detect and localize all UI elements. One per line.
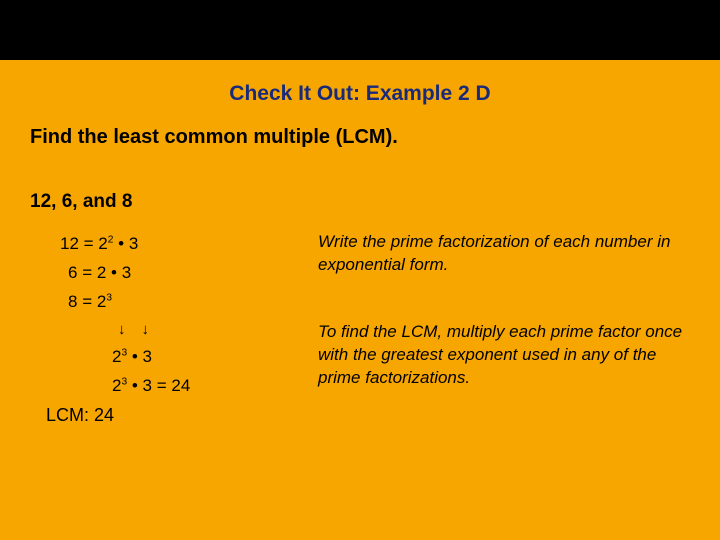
explanation-1: Write the prime factorization of each nu…: [318, 231, 690, 277]
answer: LCM: 24: [46, 405, 270, 426]
eq-num: 8: [68, 292, 77, 311]
eq-tail: • 3: [127, 347, 152, 366]
slide-title: Check It Out: Example 2 D: [30, 82, 690, 106]
prompt: Find the least common multiple (LCM).: [30, 126, 690, 149]
eq-num: 12: [60, 234, 79, 253]
slide: Check It Out: Example 2 D Find the least…: [0, 60, 720, 540]
eq-tail: • 3: [113, 234, 138, 253]
explanation-column: Write the prime factorization of each nu…: [318, 225, 690, 426]
eq-6: 6 = 2 • 3: [68, 263, 270, 283]
eq-base: 2: [98, 234, 107, 253]
combine-line-1: 23 • 3: [112, 347, 270, 367]
eq-exp: 3: [106, 292, 112, 303]
eq-num: 6: [68, 263, 77, 282]
eq-12: 12 = 22 • 3: [60, 234, 270, 254]
arrow-down-icon: ↓: [142, 321, 166, 338]
arrow-down-icon: ↓: [118, 321, 142, 338]
arrows: ↓↓: [118, 321, 270, 338]
work-area: 12 = 22 • 3 6 = 2 • 3 8 = 23 ↓↓ 23 • 3 2…: [30, 225, 690, 426]
eq-tail: • 3: [106, 263, 131, 282]
eq-base: 2: [97, 263, 106, 282]
eq-8: 8 = 23: [68, 292, 270, 312]
factorization-column: 12 = 22 • 3 6 = 2 • 3 8 = 23 ↓↓ 23 • 3 2…: [30, 225, 270, 426]
combine-line-2: 23 • 3 = 24: [112, 376, 270, 396]
eq-tail: • 3 = 24: [127, 376, 190, 395]
explanation-2: To find the LCM, multiply each prime fac…: [318, 321, 690, 390]
eq-base: 2: [97, 292, 106, 311]
numbers: 12, 6, and 8: [30, 191, 690, 213]
